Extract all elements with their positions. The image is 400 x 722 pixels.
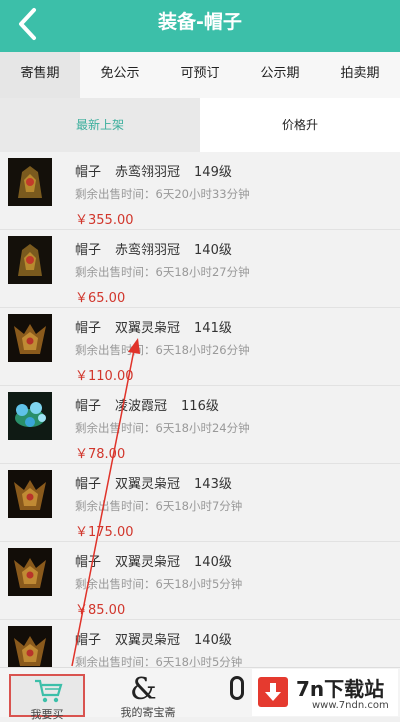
remaining-time: 剩余出售时间：6天18小时27分钟 bbox=[75, 265, 250, 279]
sort-tabs: 最新上架 价格升 bbox=[0, 98, 400, 152]
ampersand-icon: & bbox=[130, 672, 157, 707]
item-level: 149级 bbox=[194, 165, 232, 180]
tab-publicity[interactable]: 公示期 bbox=[240, 52, 320, 98]
remaining-time: 剩余出售时间：6天18小时5分钟 bbox=[75, 577, 243, 591]
item-title: 帽子 双翼灵枭冠 141级 bbox=[75, 317, 246, 336]
remaining-time: 剩余出售时间：6天18小时24分钟 bbox=[75, 421, 250, 435]
list-item[interactable]: 帽子 双翼灵枭冠 141级剩余出售时间：6天18小时26分钟 ￥110.00 bbox=[0, 308, 400, 386]
item-title: 帽子 双翼灵枭冠 140级 bbox=[75, 551, 246, 570]
list-item[interactable]: 帽子 双翼灵枭冠 140级 剩余出售时间：6天18小时5分钟 bbox=[0, 620, 400, 672]
page-title: 装备-帽子 bbox=[158, 11, 242, 33]
item-title: 帽子 双翼灵枭冠 140级 bbox=[75, 629, 246, 648]
winged-owl-helmet-icon bbox=[8, 548, 52, 596]
sort-latest[interactable]: 最新上架 bbox=[0, 98, 200, 152]
more-nav-button[interactable] bbox=[230, 676, 250, 716]
partial-nav-icon bbox=[230, 676, 244, 700]
item-price: ￥355.00 bbox=[75, 213, 134, 228]
list-item[interactable]: 帽子 双翼灵枭冠 140级剩余出售时间：6天18小时5分钟 ￥85.00 bbox=[0, 542, 400, 620]
item-price: ￥175.00 bbox=[75, 525, 134, 540]
sale-status-tabs: 寄售期 免公示 可预订 公示期 拍卖期 bbox=[0, 52, 400, 99]
red-crown-helmet-icon bbox=[8, 236, 52, 284]
item-price: ￥110.00 bbox=[75, 369, 134, 384]
list-item[interactable]: 帽子 凌波霞冠 116级剩余出售时间：6天18小时24分钟 ￥78.00 bbox=[0, 386, 400, 464]
item-category: 帽子 bbox=[75, 477, 102, 492]
tab-consignment[interactable]: 寄售期 bbox=[0, 52, 80, 98]
item-item: 双翼灵枭冠 bbox=[115, 633, 181, 648]
item-item: 赤鸾翎羽冠 bbox=[115, 165, 181, 180]
item-category: 帽子 bbox=[75, 399, 102, 414]
buy-nav-label: 我要买 bbox=[30, 708, 64, 721]
watermark: 7n下载站 www.7ndn.com bbox=[252, 669, 398, 716]
item-price: ￥85.00 bbox=[75, 603, 126, 618]
item-category: 帽子 bbox=[75, 321, 102, 336]
my-shop-nav-button[interactable]: & 我的寄宝斋 bbox=[103, 672, 193, 719]
item-title: 帽子 赤鸾翎羽冠 140级 bbox=[75, 239, 246, 258]
item-category: 帽子 bbox=[75, 165, 102, 180]
item-level: 140级 bbox=[194, 243, 232, 258]
winged-owl-helmet-icon bbox=[8, 314, 52, 362]
my-shop-nav-label: 我的寄宝斋 bbox=[120, 706, 176, 719]
tab-no-publicity[interactable]: 免公示 bbox=[80, 52, 160, 98]
tab-auction[interactable]: 拍卖期 bbox=[320, 52, 400, 98]
item-category: 帽子 bbox=[75, 555, 102, 570]
remaining-time: 剩余出售时间：6天20小时33分钟 bbox=[75, 187, 250, 201]
item-level: 141级 bbox=[194, 321, 232, 336]
winged-owl-helmet-icon bbox=[8, 626, 52, 672]
download-logo-icon bbox=[258, 677, 288, 707]
header-bar: 装备-帽子 bbox=[0, 0, 400, 52]
remaining-time: 剩余出售时间：6天18小时7分钟 bbox=[75, 499, 243, 513]
sort-price-asc[interactable]: 价格升 bbox=[200, 98, 400, 152]
item-item: 凌波霞冠 bbox=[115, 399, 168, 414]
watermark-url: www.7ndn.com bbox=[312, 700, 389, 711]
item-title: 帽子 凌波霞冠 116级 bbox=[75, 395, 233, 414]
shopping-cart-icon bbox=[35, 679, 63, 703]
item-item: 双翼灵枭冠 bbox=[115, 321, 181, 336]
item-level: 116级 bbox=[181, 399, 219, 414]
item-level: 140级 bbox=[194, 633, 232, 648]
item-title: 帽子 双翼灵枭冠 143级 bbox=[75, 473, 246, 492]
red-crown-helmet-icon bbox=[8, 158, 52, 206]
item-price: ￥65.00 bbox=[75, 291, 126, 306]
item-list: 帽子 赤鸾翎羽冠 149级 剩余出售时间：6天20小时33分钟 ￥355.00 帽子 赤鸾翎… bbox=[0, 152, 400, 672]
item-item: 双翼灵枭冠 bbox=[115, 477, 181, 492]
item-category: 帽子 bbox=[75, 243, 102, 258]
item-level: 143级 bbox=[194, 477, 232, 492]
item-level: 140级 bbox=[194, 555, 232, 570]
blue-flower-crown-icon bbox=[8, 392, 52, 440]
list-item[interactable]: 帽子 赤鸾翎羽冠 149级剩余出售时间：6天20小时33分钟 ￥355.00 bbox=[0, 152, 400, 230]
item-item: 赤鸾翎羽冠 bbox=[115, 243, 181, 258]
winged-owl-helmet-icon bbox=[8, 470, 52, 518]
buy-nav-button[interactable]: 我要买 bbox=[9, 674, 85, 721]
item-item: 双翼灵枭冠 bbox=[115, 555, 181, 570]
watermark-title: 7n下载站 bbox=[296, 677, 385, 701]
tab-reservable[interactable]: 可预订 bbox=[160, 52, 240, 98]
remaining-time: 剩余出售时间：6天18小时26分钟 bbox=[75, 343, 250, 357]
list-item[interactable]: 帽子 双翼灵枭冠 143级剩余出售时间：6天18小时7分钟 ￥175.00 bbox=[0, 464, 400, 542]
item-title: 帽子 赤鸾翎羽冠 149级 bbox=[75, 161, 246, 180]
item-price: ￥78.00 bbox=[75, 447, 126, 462]
item-category: 帽子 bbox=[75, 633, 102, 648]
list-item[interactable]: 帽子 赤鸾翎羽冠 140级剩余出售时间：6天18小时27分钟 ￥65.00 bbox=[0, 230, 400, 308]
